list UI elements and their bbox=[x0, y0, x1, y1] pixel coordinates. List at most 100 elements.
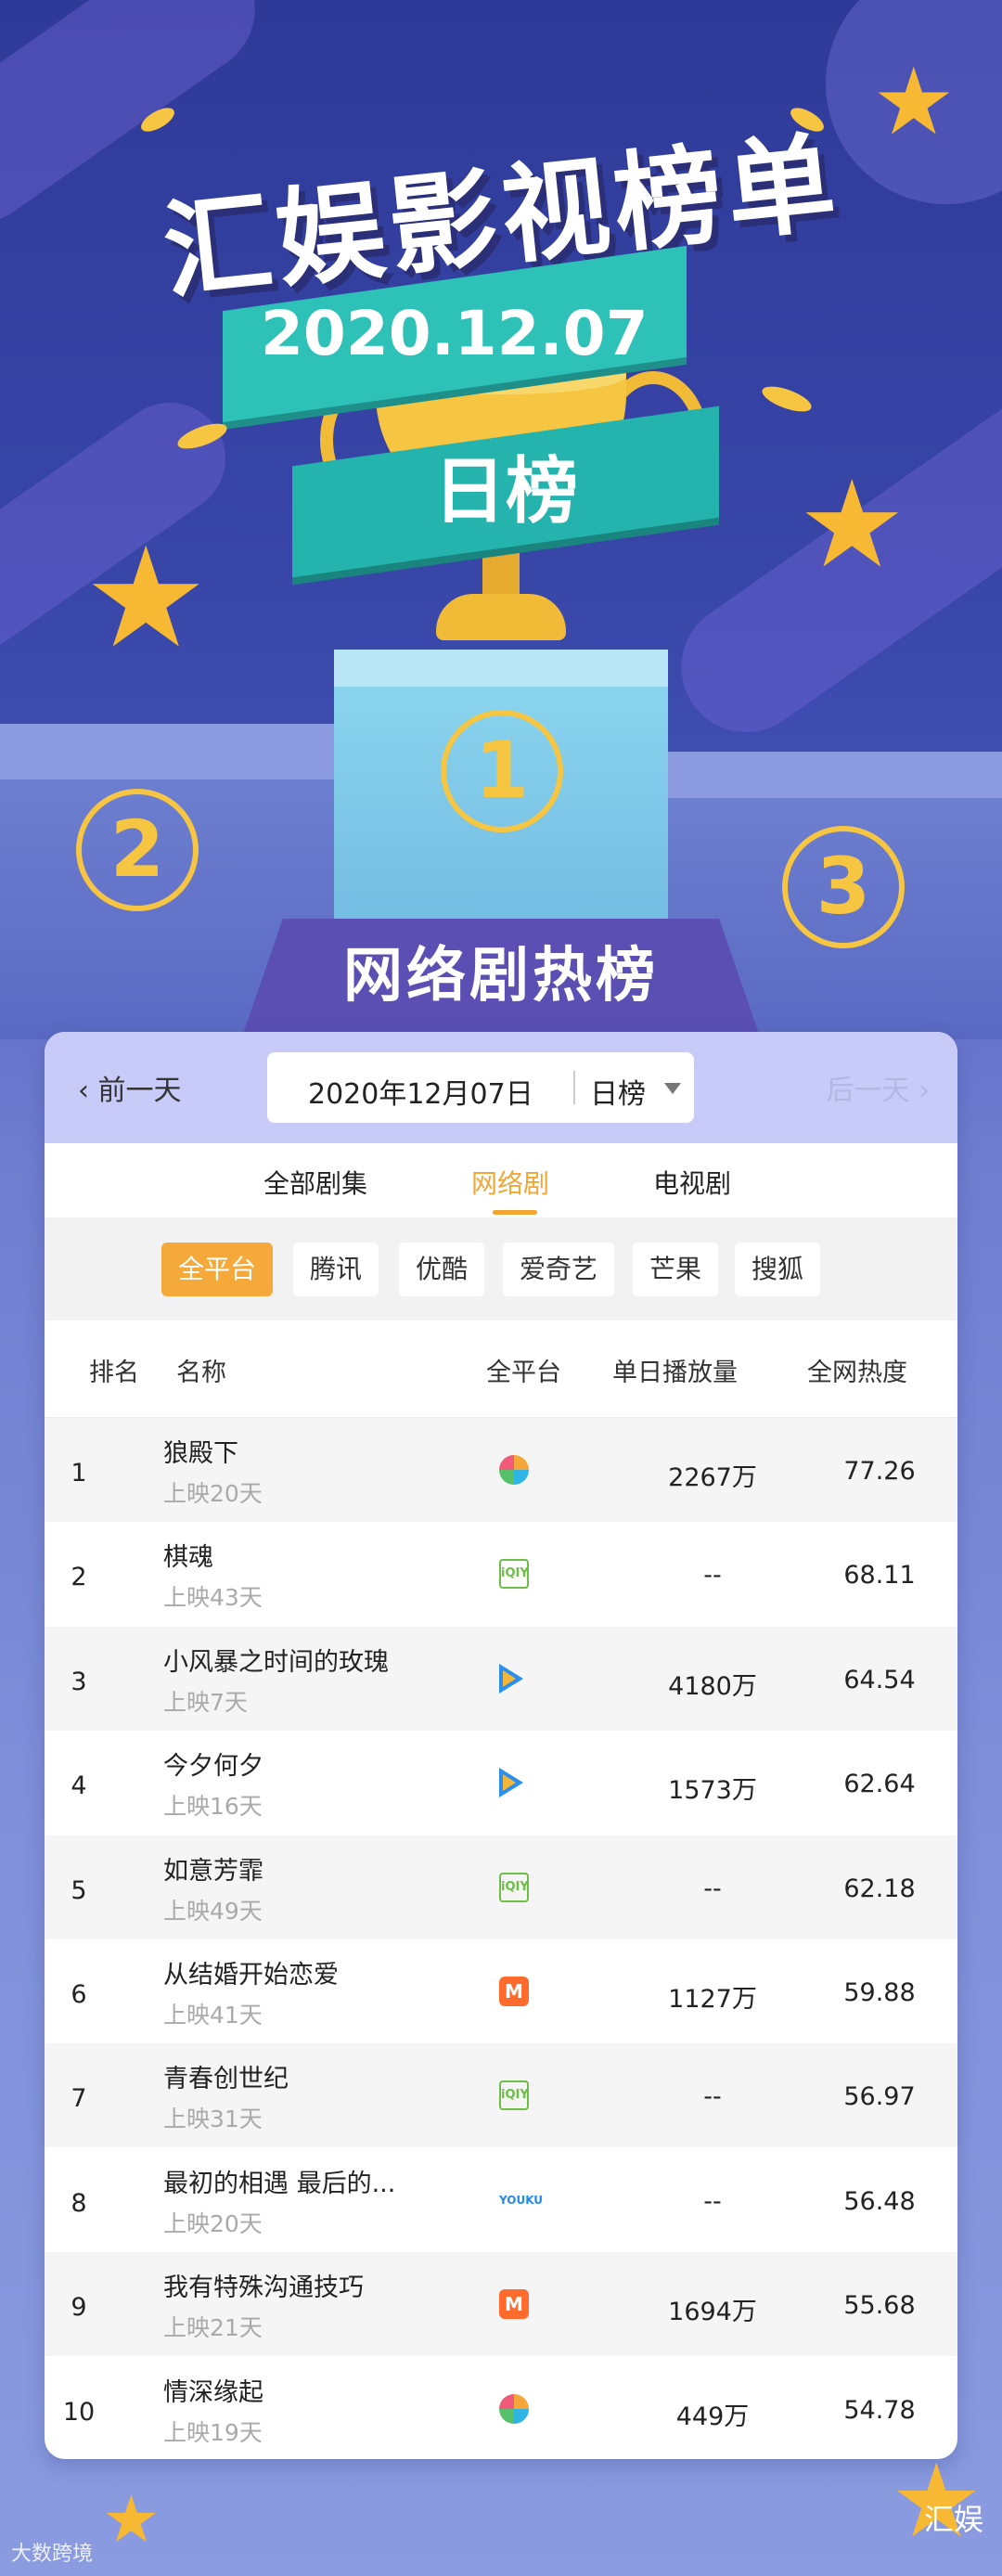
row-days-released: 上映16天 bbox=[163, 1793, 263, 1821]
multi-platform-icon bbox=[499, 1455, 529, 1485]
prev-day-button[interactable]: ‹ 前一天 bbox=[78, 1067, 182, 1108]
row-rank: 5 bbox=[71, 1875, 87, 1905]
row-days-released: 上映49天 bbox=[163, 1897, 263, 1925]
platform-all-chip[interactable]: 全平台 bbox=[161, 1243, 274, 1296]
iqiyi-icon: iQIY bbox=[499, 1872, 529, 1902]
row-rank: 6 bbox=[71, 1980, 87, 2009]
next-day-button[interactable]: 后一天 › bbox=[826, 1067, 930, 1108]
row-title: 小风暴之时间的玫瑰 bbox=[163, 1647, 389, 1677]
row-heat-index: 54.78 bbox=[843, 2395, 916, 2425]
tab-tv-series[interactable]: 电视剧 bbox=[653, 1164, 731, 1201]
hero-banner: 汇娱影视榜单 2020.12.07 日榜 ★ ★ ★ 2 1 3 网络剧热榜 bbox=[0, 0, 1002, 1039]
youku-icon: YOUKU bbox=[499, 2193, 544, 2207]
star-icon: ★ bbox=[798, 454, 906, 595]
row-daily-plays: 2267万 bbox=[668, 1463, 757, 1492]
table-row[interactable]: 3 小风暴之时间的玫瑰 上映7天 4180万 64.54 bbox=[45, 1626, 957, 1731]
table-row[interactable]: 2 棋魂 上映43天 iQIY -- 68.11 bbox=[45, 1522, 957, 1626]
platform-iqiyi-chip[interactable]: 爱奇艺 bbox=[503, 1243, 615, 1296]
col-heat: 全网热度 bbox=[807, 1359, 907, 1387]
row-daily-plays: 1127万 bbox=[668, 1985, 757, 2014]
row-days-released: 上映20天 bbox=[163, 1480, 263, 1507]
row-title: 从结婚开始恋爱 bbox=[163, 1961, 339, 1990]
table-row[interactable]: 5 如意芳霏 上映49天 iQIY -- 62.18 bbox=[45, 1835, 957, 1939]
star-icon: ★ bbox=[872, 47, 956, 156]
row-title: 我有特殊沟通技巧 bbox=[163, 2273, 364, 2303]
row-heat-index: 56.97 bbox=[843, 2082, 916, 2112]
table-row[interactable]: 9 我有特殊沟通技巧 上映21天 M 1694万 55.68 bbox=[45, 2252, 957, 2357]
date-navigation: ‹ 前一天 2020年12月07日 日榜 后一天 › bbox=[45, 1032, 957, 1143]
col-platform: 全平台 bbox=[486, 1359, 561, 1387]
platform-mango-chip[interactable]: 芒果 bbox=[633, 1243, 719, 1296]
ranking-table-body: 1 狼殿下 上映20天 2267万 77.26 2 棋魂 上映43天 iQIY -- 68.11 3 小… bbox=[45, 1418, 957, 2459]
iqiyi-icon: iQIY bbox=[499, 1559, 529, 1590]
active-tab-indicator bbox=[493, 1210, 537, 1215]
medal-first: 1 bbox=[441, 710, 563, 832]
date-value: 2020年12月07日 bbox=[308, 1078, 533, 1111]
ranking-card: ‹ 前一天 2020年12月07日 日榜 后一天 › 全部剧集 网络剧 电视剧 … bbox=[45, 1032, 957, 2459]
section-title: 网络剧热榜 bbox=[343, 942, 659, 1011]
table-row[interactable]: 10 情深缘起 上映19天 449万 54.78 bbox=[45, 2357, 957, 2459]
row-days-released: 上映31天 bbox=[163, 2106, 263, 2133]
row-title: 今夕何夕 bbox=[163, 1752, 263, 1782]
row-days-released: 上映43天 bbox=[163, 1584, 263, 1612]
mango-tv-icon: M bbox=[499, 1977, 529, 2006]
table-row[interactable]: 1 狼殿下 上映20天 2267万 77.26 bbox=[45, 1418, 957, 1522]
row-heat-index: 62.64 bbox=[843, 1770, 916, 1799]
row-heat-index: 59.88 bbox=[843, 1978, 916, 2007]
col-plays: 单日播放量 bbox=[612, 1359, 738, 1387]
splash-drop bbox=[759, 381, 815, 417]
row-rank: 9 bbox=[71, 2293, 87, 2323]
row-rank: 7 bbox=[71, 2084, 87, 2114]
trophy-base bbox=[436, 594, 566, 640]
row-daily-plays: -- bbox=[703, 1561, 722, 1591]
table-row[interactable]: 8 最初的相遇 最后的... 上映20天 YOUKU -- 56.48 bbox=[45, 2148, 957, 2252]
date-selector[interactable]: 2020年12月07日 日榜 bbox=[267, 1052, 694, 1123]
row-days-released: 上映7天 bbox=[163, 1688, 248, 1716]
tab-all-series[interactable]: 全部剧集 bbox=[263, 1164, 367, 1201]
row-heat-index: 62.18 bbox=[843, 1874, 916, 1903]
row-daily-plays: -- bbox=[703, 2082, 722, 2112]
mango-tv-icon: M bbox=[499, 2289, 529, 2320]
ribbon-date: 2020.12.07 bbox=[261, 298, 649, 369]
row-rank: 10 bbox=[62, 2397, 96, 2427]
star-icon: ★ bbox=[102, 2481, 161, 2557]
chevron-left-icon: ‹ bbox=[78, 1075, 98, 1107]
table-row[interactable]: 4 今夕何夕 上映16天 1573万 62.64 bbox=[45, 1731, 957, 1835]
medal-second: 2 bbox=[76, 789, 199, 911]
caret-down-icon bbox=[664, 1083, 681, 1094]
ribbon-board: 日榜 bbox=[432, 450, 578, 535]
row-days-released: 上映21天 bbox=[163, 2314, 263, 2342]
table-row[interactable]: 7 青春创世纪 上映31天 iQIY -- 56.97 bbox=[45, 2043, 957, 2148]
row-heat-index: 77.26 bbox=[843, 1457, 916, 1486]
row-daily-plays: -- bbox=[703, 1874, 722, 1903]
platform-youku-chip[interactable]: 优酷 bbox=[399, 1243, 485, 1296]
row-title: 青春创世纪 bbox=[163, 2065, 289, 2094]
row-days-released: 上映19天 bbox=[163, 2418, 263, 2446]
account-name: 汇娱 bbox=[923, 2502, 983, 2537]
row-rank: 3 bbox=[71, 1667, 87, 1696]
row-title: 狼殿下 bbox=[163, 1439, 238, 1468]
chevron-right-icon: › bbox=[909, 1075, 930, 1107]
row-daily-plays: 1694万 bbox=[668, 2298, 757, 2327]
table-row[interactable]: 6 从结婚开始恋爱 上映41天 M 1127万 59.88 bbox=[45, 1939, 957, 2043]
col-rank: 排名 bbox=[89, 1359, 139, 1387]
tab-web-series[interactable]: 网络剧 bbox=[471, 1164, 549, 1201]
col-name: 名称 bbox=[176, 1359, 226, 1387]
row-daily-plays: 449万 bbox=[675, 2402, 750, 2431]
row-heat-index: 56.48 bbox=[843, 2186, 916, 2216]
row-heat-index: 55.68 bbox=[843, 2291, 916, 2321]
row-rank: 4 bbox=[71, 1771, 87, 1801]
multi-platform-icon bbox=[499, 2393, 529, 2424]
row-heat-index: 68.11 bbox=[843, 1561, 916, 1591]
table-header: 排名 名称 全平台 单日播放量 全网热度 bbox=[45, 1320, 957, 1418]
row-title: 最初的相遇 最后的... bbox=[163, 2169, 396, 2198]
platform-sohu-chip[interactable]: 搜狐 bbox=[735, 1243, 821, 1296]
next-day-label: 后一天 bbox=[826, 1075, 910, 1107]
row-daily-plays: -- bbox=[703, 2186, 722, 2216]
row-rank: 8 bbox=[71, 2188, 87, 2218]
star-icon: ★ bbox=[84, 518, 209, 679]
divider bbox=[573, 1071, 575, 1104]
row-days-released: 上映20天 bbox=[163, 2209, 263, 2237]
platform-tencent-chip[interactable]: 腾讯 bbox=[293, 1243, 379, 1296]
category-tabs: 全部剧集 网络剧 电视剧 bbox=[45, 1143, 957, 1218]
